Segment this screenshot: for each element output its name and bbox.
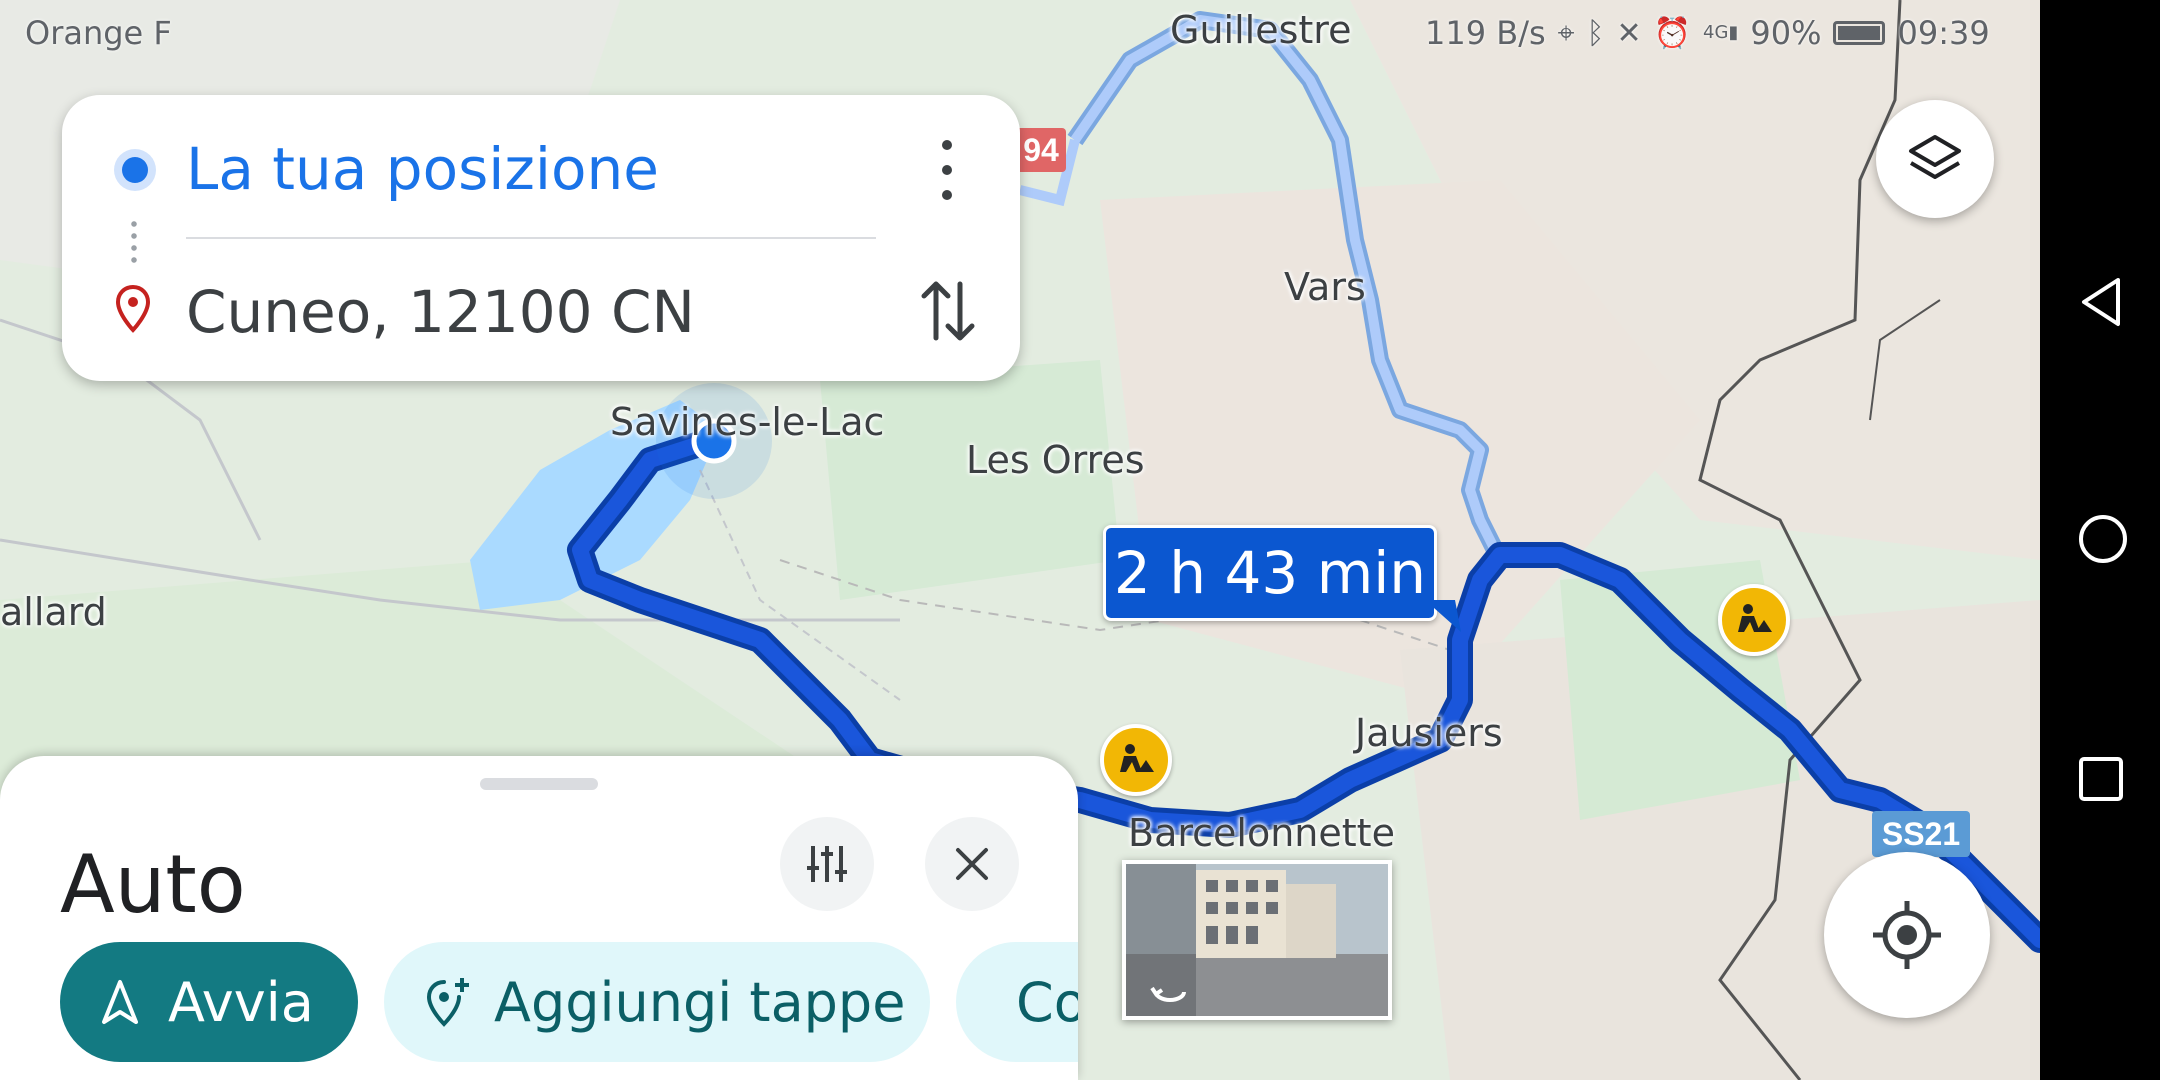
recents-icon[interactable] <box>2078 756 2124 802</box>
place-allard: allard <box>0 590 107 634</box>
add-stops-label: Aggiungi tappe <box>494 970 906 1034</box>
share-button[interactable]: Condividi <box>956 942 1078 1062</box>
destination-pin-icon <box>115 284 151 333</box>
place-vars: Vars <box>1284 265 1366 309</box>
close-icon <box>956 848 988 880</box>
divider <box>186 237 876 239</box>
carrier-name: Orange F <box>25 14 172 52</box>
layers-icon <box>1909 135 1961 179</box>
place-jausiers: Jausiers <box>1355 711 1503 755</box>
net-speed: 119 B/s <box>1425 14 1546 52</box>
construction-icon[interactable] <box>1100 724 1172 796</box>
bubble-tail <box>1425 600 1461 632</box>
road-badge-d94: 94 <box>1016 128 1066 172</box>
home-icon[interactable] <box>2078 514 2128 564</box>
battery-icon <box>1833 21 1886 45</box>
location-icon: ⌖ <box>1557 15 1575 51</box>
signal-icon: 4G▮ <box>1703 22 1739 43</box>
construction-icon[interactable] <box>1718 584 1790 656</box>
start-navigation-button[interactable]: Avvia <box>60 942 358 1062</box>
origin-field[interactable]: La tua posizione <box>186 135 659 203</box>
my-location-button[interactable] <box>1824 852 1990 1018</box>
street-view-thumbnail[interactable] <box>1122 860 1392 1020</box>
bluetooth-icon: ᛒ <box>1586 15 1605 51</box>
route-options-button[interactable] <box>780 817 874 911</box>
battery-percent: 90% <box>1750 14 1822 52</box>
layers-button[interactable] <box>1876 100 1994 218</box>
origin-dot-icon <box>122 157 148 183</box>
close-button[interactable] <box>925 817 1019 911</box>
swap-vertical-icon[interactable] <box>920 278 976 344</box>
route-duration-bubble[interactable]: 2 h 43 min <box>1103 525 1437 621</box>
alarm-icon: ⏰ <box>1653 15 1692 51</box>
drag-handle[interactable] <box>480 778 598 790</box>
add-stops-button[interactable]: Aggiungi tappe <box>384 942 930 1062</box>
clock: 09:39 <box>1897 14 1990 52</box>
place-guillestre: Guillestre <box>1170 8 1352 52</box>
destination-field[interactable]: Cuneo, 12100 CN <box>186 278 695 346</box>
more-options-button[interactable] <box>925 140 969 200</box>
bottom-sheet: Auto Avvia Aggiungi tappe Condividi <box>0 756 1078 1080</box>
navigation-arrow-icon <box>102 980 138 1024</box>
share-label: Condividi <box>1016 970 1078 1034</box>
start-label: Avvia <box>168 970 314 1034</box>
add-location-icon <box>426 978 469 1027</box>
place-barcelonnette: Barcelonnette <box>1128 811 1395 855</box>
place-savines-le-lac: Savines-le-Lac <box>610 400 885 444</box>
road-badge-ss21: SS21 <box>1872 811 1970 857</box>
travel-mode-title: Auto <box>60 838 246 931</box>
mute-icon: ✕ <box>1616 15 1642 51</box>
route-connector <box>131 218 137 264</box>
my-location-icon <box>1873 901 1941 969</box>
status-icons: 119 B/s ⌖ ᛒ ✕ ⏰ 4G▮ 90% 09:39 <box>1425 14 1990 52</box>
place-les-orres: Les Orres <box>966 438 1145 482</box>
back-icon[interactable] <box>2078 276 2124 328</box>
tune-icon <box>807 846 847 882</box>
